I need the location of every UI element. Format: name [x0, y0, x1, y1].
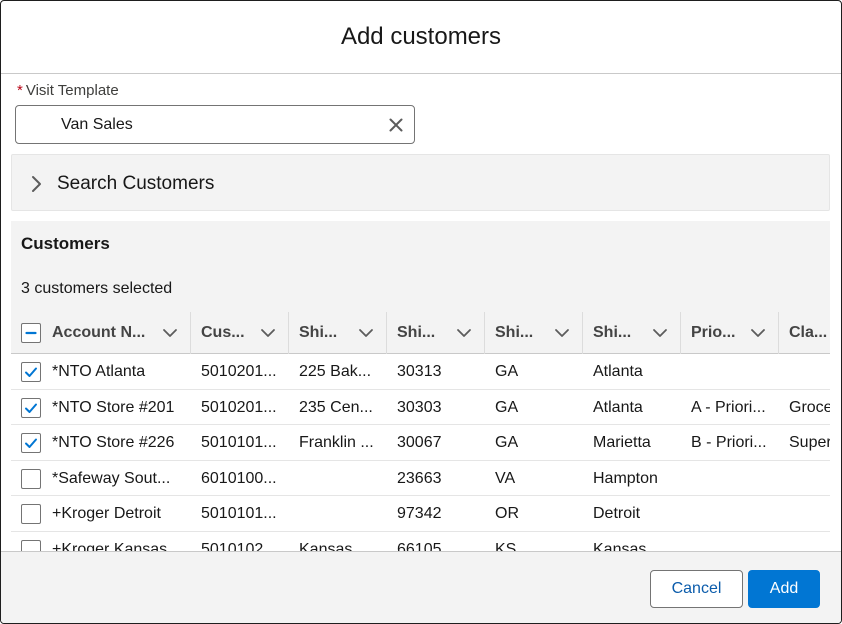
customers-table: Account N... Cus... Shi... Shi... Shi...: [11, 312, 830, 551]
cell-ship-postal: 30303: [397, 398, 442, 416]
cell-priority: [681, 496, 779, 531]
cell-priority: A - Priori...: [691, 398, 766, 416]
column-header-ship-street[interactable]: Shi...: [289, 312, 387, 354]
column-header-class[interactable]: Cla...: [779, 312, 830, 354]
cell-class: [779, 532, 830, 552]
row-checkbox[interactable]: [21, 468, 41, 489]
cell-ship-city: Hampton: [593, 469, 658, 487]
cancel-button[interactable]: Cancel: [650, 570, 743, 608]
cell-account-name: *NTO Atlanta: [52, 363, 146, 380]
chevron-down-icon[interactable]: [358, 325, 374, 341]
table-row[interactable]: *NTO Store #201 5010201... 235 Cen... 30…: [11, 389, 830, 425]
customers-panel: Customers 3 customers selected Account N…: [11, 221, 830, 551]
visit-template-combobox[interactable]: Van Sales: [15, 105, 415, 144]
row-checkbox[interactable]: [21, 433, 41, 453]
cell-customer: 5010101...: [201, 505, 277, 522]
cell-ship-street: Franklin ...: [299, 434, 374, 451]
row-checkbox[interactable]: [21, 362, 41, 382]
visit-template-value: Van Sales: [61, 116, 133, 133]
visit-template-label-text: Visit Template: [25, 82, 119, 99]
table-row[interactable]: *Safeway Sout... 6010100... 23663 VA Ham…: [11, 460, 830, 496]
row-checkbox[interactable]: [21, 397, 41, 418]
chevron-down-icon[interactable]: [652, 325, 668, 341]
cell-ship-state: OR: [495, 505, 519, 522]
selected-count: 3 customers selected: [21, 280, 173, 297]
cell-class: [779, 354, 830, 389]
customers-title: Customers: [21, 234, 110, 253]
chevron-down-icon[interactable]: [456, 325, 472, 341]
column-header-priority[interactable]: Prio...: [681, 312, 779, 354]
table-row[interactable]: +Kroger Kansas 5010102... Kansas 66105 K…: [11, 531, 830, 552]
cell-ship-street: 235 Cen...: [299, 398, 373, 416]
add-button[interactable]: Add: [748, 570, 820, 608]
cell-account-name: *NTO Store #201: [52, 398, 175, 416]
cell-priority: [681, 461, 779, 496]
cell-ship-city: Marietta: [593, 434, 651, 451]
cell-ship-street: 225 Bak...: [299, 363, 372, 380]
cell-ship-postal: 30313: [397, 363, 442, 380]
cell-ship-state: KS: [495, 540, 517, 552]
select-all-checkbox[interactable]: [21, 323, 41, 343]
row-checkbox[interactable]: [21, 504, 41, 524]
search-customers-accordion[interactable]: Search Customers: [11, 154, 830, 211]
search-customers-title: Search Customers: [57, 173, 215, 194]
column-header-account-name[interactable]: Account N...: [42, 312, 191, 354]
modal-footer: Cancel Add: [1, 551, 841, 623]
chevron-down-icon[interactable]: [554, 325, 570, 341]
cell-ship-state: VA: [495, 469, 516, 487]
column-header-ship-postal[interactable]: Shi...: [387, 312, 485, 354]
cell-priority: [681, 532, 779, 552]
column-header-ship-state[interactable]: Shi...: [485, 312, 583, 354]
cell-ship-street: Kansas: [299, 540, 353, 552]
close-icon[interactable]: [386, 115, 406, 135]
cell-ship-state: GA: [495, 363, 519, 380]
cell-priority: [681, 354, 779, 389]
cell-ship-state: GA: [495, 398, 519, 416]
chevron-down-icon[interactable]: [162, 325, 178, 341]
cell-customer: 5010201...: [201, 363, 277, 380]
cell-class: [779, 496, 830, 531]
cell-class: [779, 461, 830, 496]
chevron-right-icon: [30, 175, 44, 193]
table-row[interactable]: *NTO Atlanta 5010201... 225 Bak... 30313…: [11, 354, 830, 390]
cell-class: Groce: [789, 398, 830, 416]
cell-customer: 5010102...: [201, 540, 277, 552]
chevron-down-icon[interactable]: [260, 325, 276, 341]
modal-header: Add customers: [1, 1, 841, 74]
cell-customer: 5010101...: [201, 434, 277, 451]
table-row[interactable]: +Kroger Detroit 5010101... 97342 OR Detr…: [11, 496, 830, 532]
add-customers-modal: Add customers * Visit Template Van Sales …: [0, 0, 842, 624]
cell-account-name: +Kroger Detroit: [52, 505, 161, 522]
cell-customer: 5010201...: [201, 398, 277, 416]
chevron-down-icon[interactable]: [750, 325, 766, 341]
cell-ship-postal: 97342: [397, 505, 442, 522]
visit-template-label: * Visit Template: [17, 82, 119, 99]
modal-title: Add customers: [340, 23, 502, 50]
cell-customer: 6010100...: [201, 469, 277, 487]
cell-ship-city: Detroit: [593, 505, 641, 522]
cell-ship-city: Atlanta: [593, 363, 643, 380]
required-marker: *: [17, 82, 23, 99]
cell-ship-city: Kansas: [593, 540, 647, 552]
table-header: Account N... Cus... Shi... Shi... Shi...: [11, 312, 830, 354]
cell-ship-postal: 30067: [397, 434, 442, 451]
cell-ship-street: [289, 461, 387, 496]
cell-ship-state: GA: [495, 434, 519, 451]
cell-account-name: *Safeway Sout...: [52, 469, 171, 487]
table-row[interactable]: *NTO Store #226 5010101... Franklin ... …: [11, 425, 830, 461]
column-header-ship-city[interactable]: Shi...: [583, 312, 681, 354]
cell-class: Super: [789, 434, 830, 451]
cell-priority: B - Priori...: [691, 434, 767, 451]
row-checkbox[interactable]: [21, 539, 41, 551]
cell-account-name: *NTO Store #226: [52, 434, 175, 451]
cell-account-name: +Kroger Kansas: [52, 540, 168, 552]
cell-ship-postal: 66105: [397, 540, 442, 552]
cell-ship-street: [289, 496, 387, 531]
column-header-customer[interactable]: Cus...: [191, 312, 289, 354]
cell-ship-city: Atlanta: [593, 398, 643, 416]
cell-ship-postal: 23663: [397, 469, 442, 487]
